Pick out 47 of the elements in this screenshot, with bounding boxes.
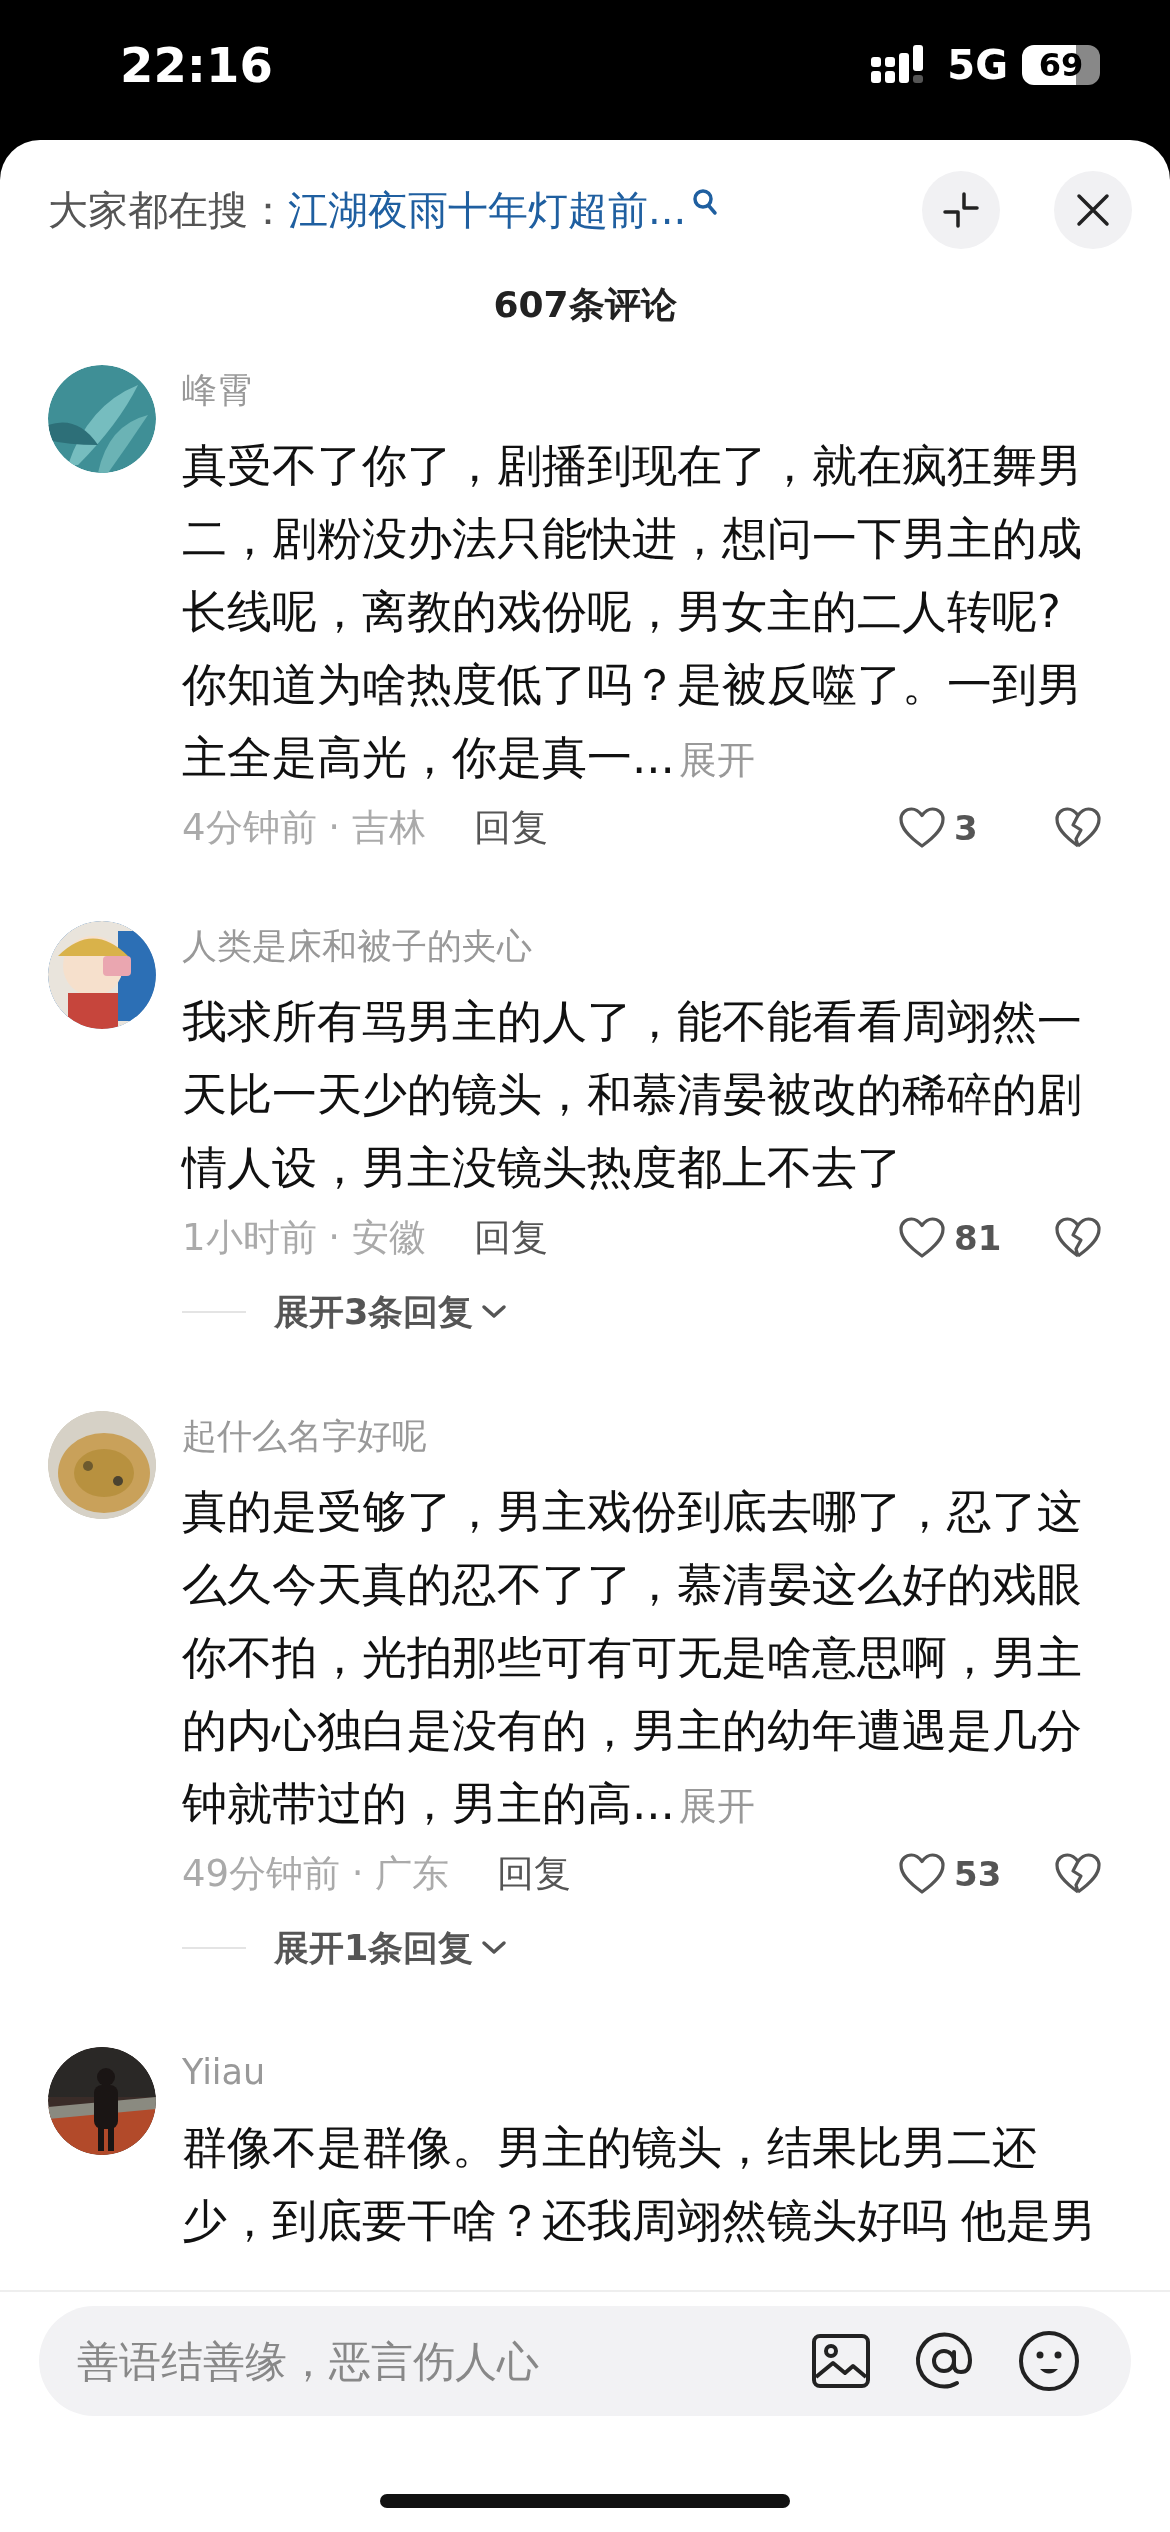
comment-time-location: 4分钟前 · 吉林 <box>182 805 426 851</box>
reply-link[interactable]: 回复 <box>473 1213 548 1263</box>
broken-heart-icon[interactable] <box>1054 806 1102 850</box>
emoji-icon[interactable] <box>1017 2329 1081 2393</box>
comment-text: 我求所有骂男主的人了，能不能看看周翊然一 <box>182 995 1082 1048</box>
comment-text: 钟就带过的，男主的高... <box>182 1777 675 1830</box>
comment-text: 情人设，男主没镜头热度都上不去了 <box>182 1141 902 1194</box>
broken-heart-icon[interactable] <box>1054 1852 1102 1896</box>
comment-text: 你不拍，光拍那些可有可无是啥意思啊，男主 <box>182 1631 1082 1684</box>
like-count: 3 <box>954 808 979 848</box>
at-mention-icon[interactable] <box>913 2330 975 2392</box>
like-count: 81 <box>954 1218 1003 1258</box>
comment-time-location: 49分钟前 · 广东 <box>182 1851 450 1897</box>
reply-link[interactable]: 回复 <box>497 1849 572 1899</box>
chevron-down-icon <box>481 1304 508 1320</box>
comment-count: 607条评论 <box>493 283 677 327</box>
expand-replies-link[interactable]: 展开1条回复 <box>274 1924 474 1972</box>
like-icon[interactable] <box>898 806 946 850</box>
comment-text: 真的是受够了，男主戏份到底去哪了，忍了这 <box>182 1485 1082 1538</box>
search-icon[interactable] <box>692 188 719 216</box>
broken-heart-icon[interactable] <box>1054 1216 1102 1260</box>
comment-text: 主全是高光，你是真一... <box>182 731 675 784</box>
like-icon[interactable] <box>898 1852 946 1896</box>
network-label: 5G <box>947 42 1008 88</box>
like-icon[interactable] <box>898 1216 946 1260</box>
like-count: 53 <box>954 1854 1003 1894</box>
comment-text: 少，到底要干啥？还我周翊然镜头好吗 他是男 <box>182 2194 1097 2247</box>
collapse-icon <box>941 190 981 230</box>
comment-input-bar[interactable]: 善语结善缘，恶言伤人心 <box>39 2306 1131 2416</box>
reply-link[interactable]: 回复 <box>473 803 548 853</box>
comment-time-location: 1小时前 · 安徽 <box>182 1215 426 1261</box>
image-icon[interactable] <box>811 2333 871 2389</box>
comment-input-field[interactable]: 善语结善缘，恶言伤人心 <box>75 2335 769 2387</box>
comment-text: 么久今天真的忍不了了，慕清晏这么好的戏眼 <box>182 1558 1082 1611</box>
comment-text: 你知道为啥热度低了吗？是被反噬了。一到男 <box>182 658 1082 711</box>
comment-text: 长线呢，离教的戏份呢，男女主的二人转呢? <box>182 585 1061 638</box>
search-suggestion-link[interactable]: 江湖夜雨十年灯超前... <box>288 182 687 238</box>
search-prompt: 大家都在搜： <box>48 185 288 235</box>
comment-text: 二，剧粉没办法只能快进，想问一下男主的成 <box>182 512 1082 565</box>
comment-text: 真受不了你了，剧播到现在了，就在疯狂舞男 <box>182 439 1082 492</box>
comment-text: 的内心独白是没有的，男主的幼年遭遇是几分 <box>182 1704 1082 1757</box>
expand-replies-link[interactable]: 展开3条回复 <box>274 1288 474 1336</box>
comment-text: 天比一天少的镜头，和慕清晏被改的稀碎的剧 <box>182 1068 1082 1121</box>
comment-text: 群像不是群像。男主的镜头，结果比男二还 <box>182 2121 1037 2174</box>
battery-icon: 69 <box>1022 45 1100 85</box>
clock: 22:16 <box>120 37 273 93</box>
chevron-down-icon <box>481 1940 508 1956</box>
